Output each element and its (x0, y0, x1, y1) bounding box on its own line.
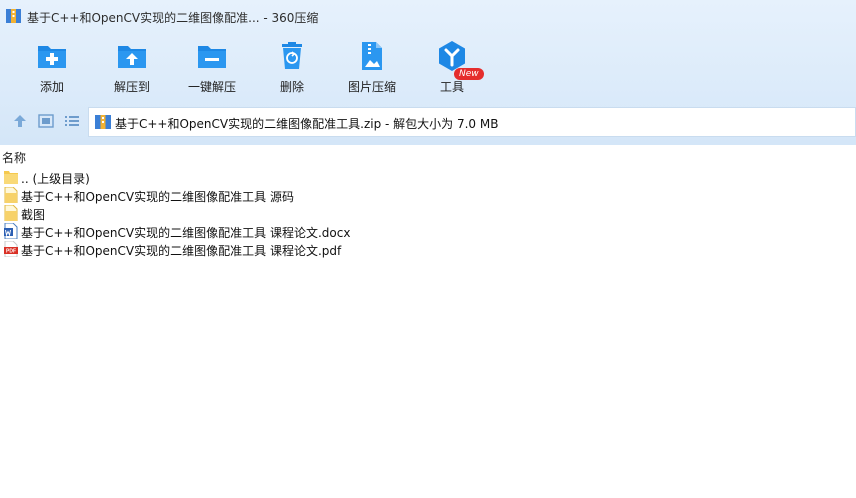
image-compress-icon (362, 42, 382, 70)
tools-label: 工具 (439, 80, 464, 94)
window-title: 基于C++和OpenCV实现的二维图像配准... - 360压缩 (27, 11, 319, 25)
address-text: 基于C++和OpenCV实现的二维图像配准工具.zip - 解包大小为 7.0 … (115, 117, 499, 131)
trash-icon (282, 42, 302, 69)
extract-to-label: 解压到 (113, 80, 150, 94)
list-item-pdf[interactable]: PDF 基于C++和OpenCV实现的二维图像配准工具 课程论文.pdf (0, 240, 856, 258)
zip-file-icon (95, 115, 111, 129)
list-item-screenshots-folder[interactable]: 截图 (0, 204, 856, 222)
new-badge: New (454, 68, 484, 80)
list-item-name: 基于C++和OpenCV实现的二维图像配准工具 源码 (21, 190, 294, 204)
title-bar: 基于C++和OpenCV实现的二维图像配准... - 360压缩 (0, 0, 856, 32)
list-item-parent-dir[interactable]: .. (上级目录) (0, 168, 856, 186)
svg-text:PDF: PDF (6, 249, 16, 255)
add-label: 添加 (39, 80, 64, 94)
address-bar[interactable]: 基于C++和OpenCV实现的二维图像配准工具.zip - 解包大小为 7.0 … (88, 107, 856, 137)
extract-to-icon (118, 46, 146, 68)
folder-icon (4, 171, 18, 184)
list-view-icon[interactable] (63, 112, 81, 130)
delete-label: 删除 (279, 80, 304, 94)
up-arrow-icon[interactable] (11, 112, 29, 130)
image-compress-label: 图片压缩 (347, 80, 396, 94)
one-click-extract-button[interactable]: 一键解压 (172, 36, 252, 98)
thumbnail-view-icon[interactable] (37, 112, 55, 130)
one-click-extract-label: 一键解压 (187, 80, 236, 94)
folder-document-icon (4, 187, 18, 203)
list-item-source-folder[interactable]: 基于C++和OpenCV实现的二维图像配准工具 源码 (0, 186, 856, 204)
toolbar: 添加 解压到 一键解压 删除 图片压缩 工具 New (0, 36, 856, 98)
folder-document-icon (4, 205, 18, 221)
list-header: 名称 (0, 145, 856, 167)
column-header-name[interactable]: 名称 (2, 149, 26, 166)
pdf-document-icon: PDF (4, 241, 18, 257)
list-item-name: 基于C++和OpenCV实现的二维图像配准工具 课程论文.docx (21, 226, 351, 240)
list-item-name: 截图 (21, 208, 46, 222)
app-window: 基于C++和OpenCV实现的二维图像配准... - 360压缩 添加 解压到 (0, 0, 856, 498)
add-folder-icon (38, 46, 66, 68)
word-document-icon (4, 223, 18, 239)
one-click-extract-icon (198, 46, 226, 68)
archive-app-icon (6, 9, 21, 23)
tools-button[interactable]: 工具 (412, 36, 492, 98)
delete-button[interactable]: 删除 (252, 36, 332, 98)
list-item-name: 基于C++和OpenCV实现的二维图像配准工具 课程论文.pdf (21, 244, 342, 258)
image-compress-button[interactable]: 图片压缩 (332, 36, 412, 98)
list-item-name: .. (上级目录) (21, 172, 90, 186)
extract-to-button[interactable]: 解压到 (92, 36, 172, 98)
list-item-docx[interactable]: 基于C++和OpenCV实现的二维图像配准工具 课程论文.docx (0, 222, 856, 240)
add-button[interactable]: 添加 (12, 36, 92, 98)
